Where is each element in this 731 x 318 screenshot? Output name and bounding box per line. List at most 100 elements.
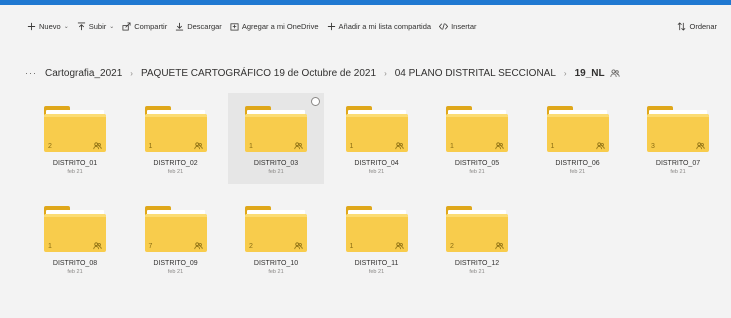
- upload-icon: [77, 21, 86, 31]
- add-to-shared-list-label: Añadir a mi lista compartida: [338, 21, 432, 31]
- folder-tile[interactable]: 1 DISTRITO_02feb 21: [128, 93, 224, 184]
- add-to-onedrive-label: Agregar a mi OneDrive: [241, 21, 319, 31]
- shared-icon: [93, 142, 102, 150]
- folder-name[interactable]: DISTRITO_11: [355, 260, 399, 267]
- sort-icon: [677, 21, 686, 31]
- folder-name[interactable]: DISTRITO_02: [153, 160, 197, 167]
- folder-tile[interactable]: 1 DISTRITO_06feb 21: [530, 93, 626, 184]
- folder-date: feb 21: [368, 169, 385, 175]
- breadcrumb: ··· Cartografia_2021 › PAQUETE CARTOGRÁF…: [25, 67, 620, 79]
- folder-date: feb 21: [469, 169, 485, 175]
- folder-tile[interactable]: 1 DISTRITO_11feb 21: [329, 193, 425, 284]
- item-count: 1: [349, 243, 354, 250]
- item-count: 1: [48, 243, 52, 250]
- add-to-shared-list-button[interactable]: Añadir a mi lista compartida: [327, 21, 432, 31]
- download-button[interactable]: Descargar: [175, 22, 222, 31]
- folder-name[interactable]: DISTRITO_01: [53, 160, 97, 167]
- folder-name[interactable]: DISTRITO_12: [455, 260, 499, 267]
- item-count: 1: [349, 143, 354, 150]
- folder-date: feb 21: [67, 269, 83, 275]
- folder-icon: 1: [546, 106, 609, 152]
- new-label: Nuevo: [39, 21, 61, 31]
- breadcrumb-overflow-button[interactable]: ···: [25, 68, 37, 78]
- folder-date: feb 21: [268, 269, 284, 275]
- breadcrumb-current-folder: 19_NL: [574, 67, 605, 79]
- breadcrumb-separator: ›: [384, 68, 387, 78]
- share-button[interactable]: Compartir: [122, 22, 167, 31]
- folder-tile[interactable]: 1 DISTRITO_08feb 21: [27, 193, 123, 284]
- breadcrumb-item-cartografia[interactable]: Cartografia_2021: [45, 68, 122, 79]
- item-count: 1: [550, 143, 555, 150]
- folder-name[interactable]: DISTRITO_10: [254, 260, 298, 267]
- add-shortcut-icon: [230, 22, 239, 31]
- shared-icon: [294, 142, 303, 150]
- folder-name[interactable]: DISTRITO_04: [354, 160, 398, 167]
- folder-date: feb 21: [670, 169, 686, 175]
- folder-icon: 1: [245, 106, 307, 152]
- new-button[interactable]: Nuevo ⌄: [27, 22, 69, 31]
- folder-tile[interactable]: 2 DISTRITO_12feb 21: [429, 193, 525, 284]
- folder-icon: 3: [647, 106, 709, 152]
- item-count: 1: [148, 143, 153, 150]
- folder-date: feb 21: [67, 169, 83, 175]
- folder-icon: 7: [144, 206, 207, 252]
- embed-button[interactable]: Insertar: [439, 21, 477, 31]
- folder-icon: 2: [446, 206, 508, 252]
- folder-date: feb 21: [569, 169, 586, 175]
- item-count: 2: [249, 243, 253, 250]
- folder-name[interactable]: DISTRITO_08: [53, 260, 97, 267]
- share-label: Compartir: [134, 21, 168, 31]
- item-count: 2: [48, 143, 52, 150]
- folder-icon: 1: [345, 106, 408, 152]
- item-count: 7: [148, 243, 153, 250]
- folder-tile[interactable]: 1 DISTRITO_03feb 21: [228, 93, 324, 184]
- folder-tile[interactable]: 3 DISTRITO_07feb 21: [630, 93, 726, 184]
- folder-tile[interactable]: 7 DISTRITO_09feb 21: [128, 193, 224, 284]
- folder-name[interactable]: DISTRITO_07: [656, 160, 700, 167]
- select-checkbox[interactable]: [311, 97, 320, 106]
- item-count: 1: [249, 143, 253, 150]
- folder-name[interactable]: DISTRITO_05: [455, 160, 499, 167]
- folder-tile[interactable]: 1 DISTRITO_05feb 21: [429, 93, 525, 184]
- chevron-down-icon: ⌄: [109, 23, 115, 30]
- folder-name[interactable]: DISTRITO_06: [555, 160, 599, 167]
- command-bar: Nuevo ⌄ Subir ⌄ Compartir Descargar Agre…: [0, 5, 731, 47]
- folder-date: feb 21: [469, 269, 485, 275]
- folder-date: feb 21: [167, 269, 184, 275]
- download-label: Descargar: [187, 21, 222, 31]
- folder-tile[interactable]: 2 DISTRITO_10feb 21: [228, 193, 324, 284]
- shared-icon: [294, 242, 303, 250]
- upload-label: Subir: [88, 21, 107, 31]
- folder-icon: 1: [446, 106, 508, 152]
- shared-icon: [609, 68, 620, 78]
- folder-icon: 1: [44, 206, 106, 252]
- folder-date: feb 21: [368, 269, 385, 275]
- shared-icon: [696, 142, 705, 150]
- shared-icon: [394, 242, 404, 250]
- shared-icon: [93, 242, 102, 250]
- folder-icon: 1: [345, 206, 408, 252]
- add-to-onedrive-button[interactable]: Agregar a mi OneDrive: [230, 22, 319, 31]
- folder-icon: 2: [245, 206, 307, 252]
- breadcrumb-item-plano[interactable]: 04 PLANO DISTRITAL SECCIONAL: [395, 68, 556, 79]
- plus-icon: [327, 22, 336, 31]
- folder-icon: 2: [44, 106, 106, 152]
- folder-tile[interactable]: 2 DISTRITO_01feb 21: [27, 93, 123, 184]
- shared-icon: [495, 242, 504, 250]
- folder-name[interactable]: DISTRITO_09: [153, 260, 197, 267]
- upload-button[interactable]: Subir ⌄: [77, 21, 115, 31]
- sort-button[interactable]: Ordenar: [677, 22, 717, 31]
- folder-tile[interactable]: 1 DISTRITO_04feb 21: [329, 93, 425, 184]
- shared-icon: [193, 142, 203, 150]
- shared-icon: [394, 142, 404, 150]
- breadcrumb-item-paquete[interactable]: PAQUETE CARTOGRÁFICO 19 de Octubre de 20…: [141, 68, 376, 79]
- chevron-down-icon: ⌄: [63, 23, 69, 30]
- shared-icon: [193, 242, 203, 250]
- folder-icon: 1: [144, 106, 207, 152]
- breadcrumb-separator: ›: [563, 68, 567, 78]
- folder-name[interactable]: DISTRITO_03: [254, 160, 298, 167]
- folder-date: feb 21: [167, 169, 184, 175]
- breadcrumb-separator: ›: [130, 68, 133, 78]
- folder-date: feb 21: [268, 169, 284, 175]
- embed-label: Insertar: [451, 21, 477, 31]
